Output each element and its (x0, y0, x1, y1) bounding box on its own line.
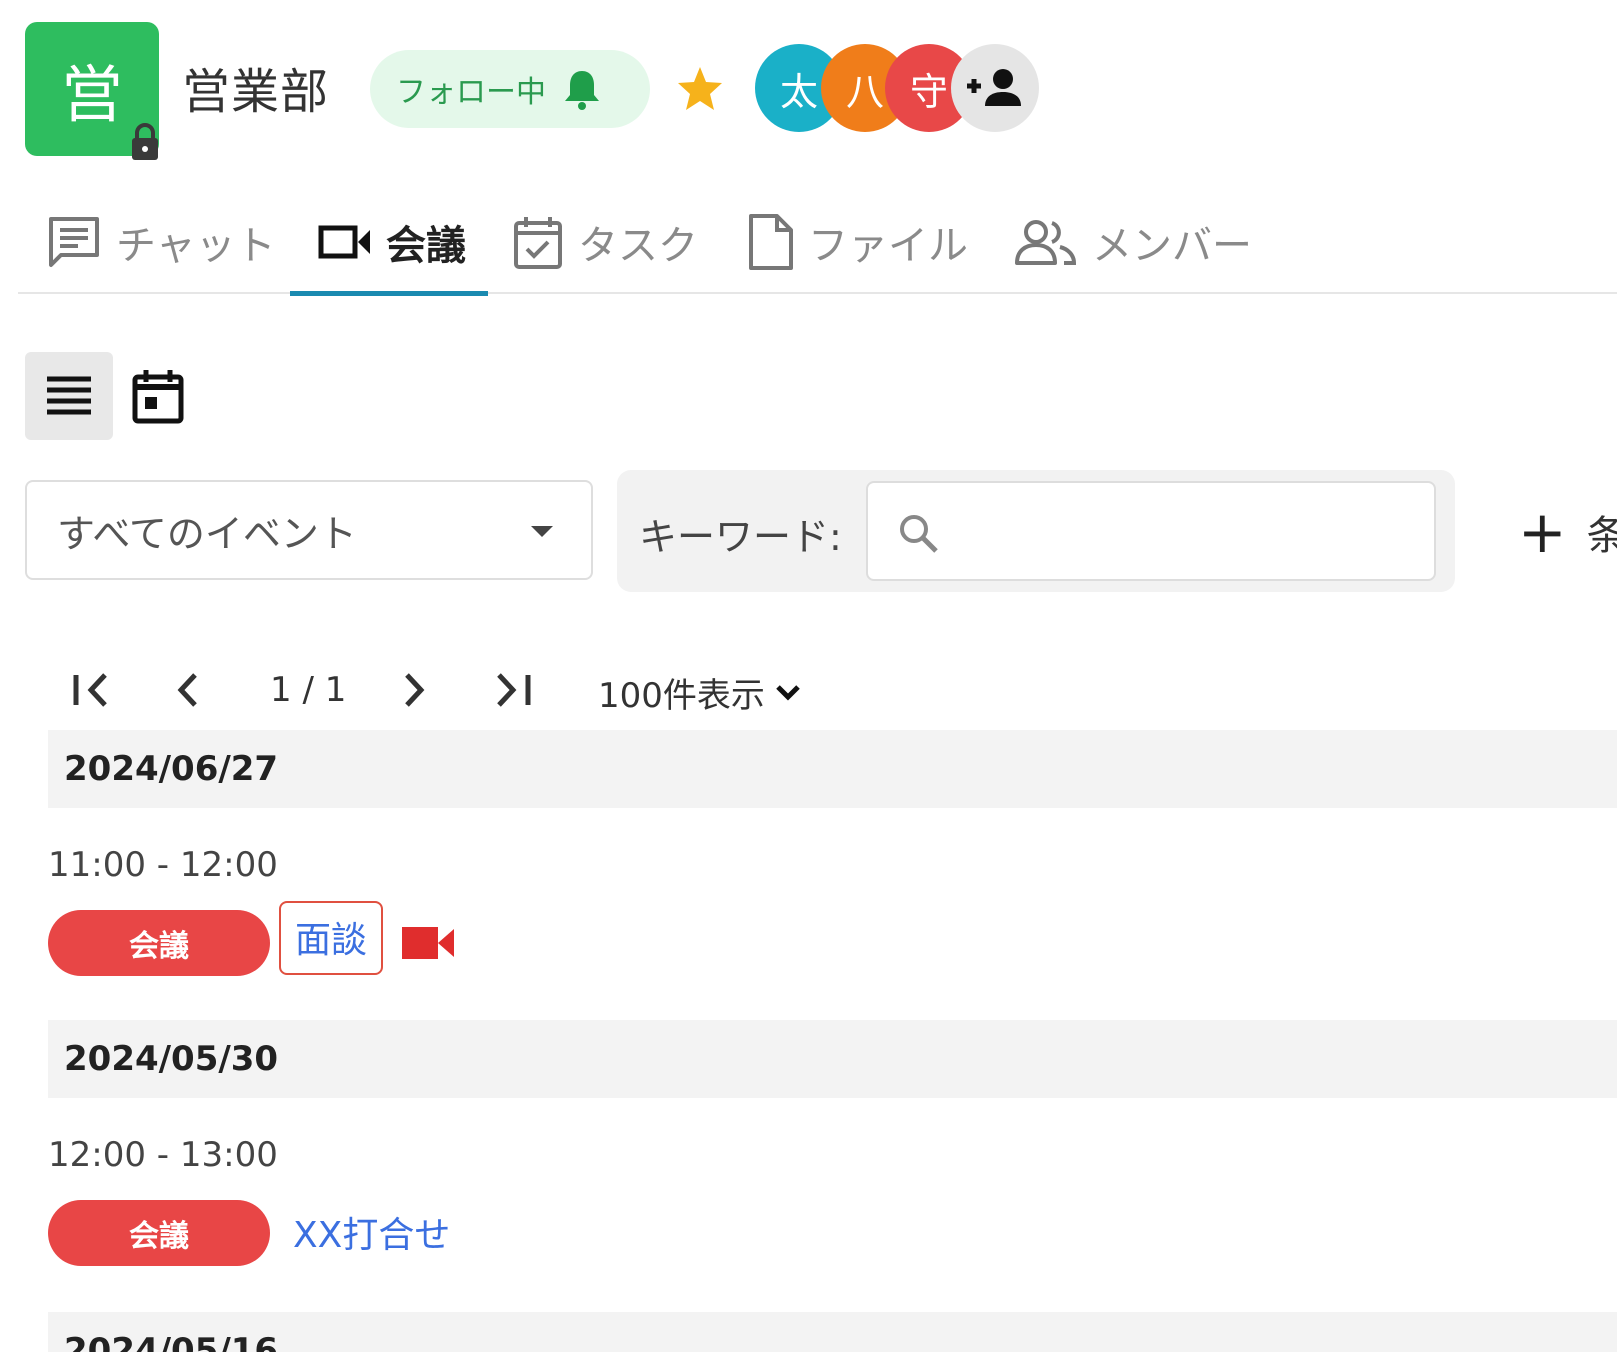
date-label: 2024/05/16 (64, 1331, 279, 1352)
add-condition-button[interactable]: + 条 (1518, 502, 1617, 562)
tab-tasks[interactable]: タスク (512, 190, 698, 294)
tab-members[interactable]: メンバー (1014, 190, 1252, 294)
chat-icon (49, 217, 99, 267)
calendar-view-button[interactable] (114, 352, 202, 440)
file-icon (749, 214, 793, 270)
event-time: 11:00 - 12:00 (48, 845, 278, 885)
tab-bar: チャット 会議 タスク ファイル メンバー (18, 190, 1617, 296)
avatar-initial: 守 (909, 69, 948, 114)
event-type-label: 会議 (129, 929, 189, 964)
tab-label: チャット (116, 223, 276, 269)
add-member-button[interactable] (951, 44, 1039, 132)
tab-label: 会議 (386, 223, 466, 269)
space-avatar-char: 営 (60, 58, 123, 131)
follow-button[interactable]: フォロー中 (370, 50, 650, 128)
chevron-right-icon (405, 673, 425, 707)
first-page-icon (73, 673, 107, 707)
plus-icon: + (1518, 502, 1567, 562)
per-page-select[interactable]: 100件表示 (598, 668, 801, 717)
tab-files[interactable]: ファイル (746, 190, 968, 294)
page-indicator: 1 / 1 (270, 670, 347, 710)
date-label: 2024/06/27 (64, 749, 279, 789)
avatar-initial: 八 (845, 69, 884, 114)
video-icon (402, 927, 454, 959)
date-header: 2024/05/30 (48, 1020, 1617, 1098)
keyword-filter: キーワード: (617, 470, 1455, 592)
members-icon (1015, 220, 1077, 265)
pagination: 1 / 1 100件表示 (68, 660, 868, 720)
add-condition-label: 条 (1586, 513, 1617, 559)
event-type-label: 会議 (129, 1219, 189, 1254)
space-header: 営 営業部 フォロー中 太 八 守 (25, 22, 1615, 160)
first-page-button[interactable] (68, 664, 114, 716)
calendar-view-icon (132, 370, 184, 424)
follow-label: フォロー中 (396, 75, 546, 110)
next-page-button[interactable] (394, 664, 434, 716)
date-header: 2024/05/16 (48, 1312, 1617, 1352)
event-type-select[interactable]: すべてのイベント (25, 480, 593, 580)
keyword-input[interactable] (866, 481, 1436, 581)
caret-down-icon (531, 526, 553, 537)
search-icon (900, 515, 938, 553)
event-title-link[interactable]: 面談 (279, 901, 384, 975)
list-view-button[interactable] (25, 352, 113, 440)
chevron-down-icon (776, 684, 800, 701)
star-icon[interactable] (675, 64, 725, 114)
tab-label: メンバー (1092, 223, 1252, 269)
tab-label: ファイル (808, 223, 968, 269)
date-label: 2024/05/30 (64, 1039, 279, 1079)
event-type-value: すべてのイベント (57, 511, 357, 556)
event-title-link[interactable]: XX打合せ (293, 1206, 450, 1258)
keyword-label: キーワード: (639, 515, 842, 559)
list-view-icon (47, 376, 91, 415)
task-icon (514, 217, 562, 269)
chevron-left-icon (177, 673, 197, 707)
last-page-button[interactable] (490, 664, 536, 716)
member-avatars[interactable]: 太 八 守 (755, 44, 1045, 136)
date-header: 2024/06/27 (48, 730, 1617, 808)
space-title: 営業部 (182, 64, 330, 120)
bell-icon (565, 71, 599, 110)
tab-meetings[interactable]: 会議 (290, 190, 488, 296)
per-page-label: 100件表示 (598, 676, 765, 716)
event-time: 12:00 - 13:00 (48, 1135, 278, 1175)
add-person-icon (967, 69, 1021, 106)
last-page-icon (497, 673, 531, 707)
event-type-badge: 会議 (48, 910, 270, 976)
tab-label: タスク (578, 223, 698, 269)
event-type-badge: 会議 (48, 1200, 270, 1266)
video-icon (318, 225, 370, 259)
prev-page-button[interactable] (168, 664, 208, 716)
lock-icon (132, 123, 158, 160)
avatar-initial: 太 (779, 69, 818, 114)
tab-chat[interactable]: チャット (46, 190, 276, 294)
